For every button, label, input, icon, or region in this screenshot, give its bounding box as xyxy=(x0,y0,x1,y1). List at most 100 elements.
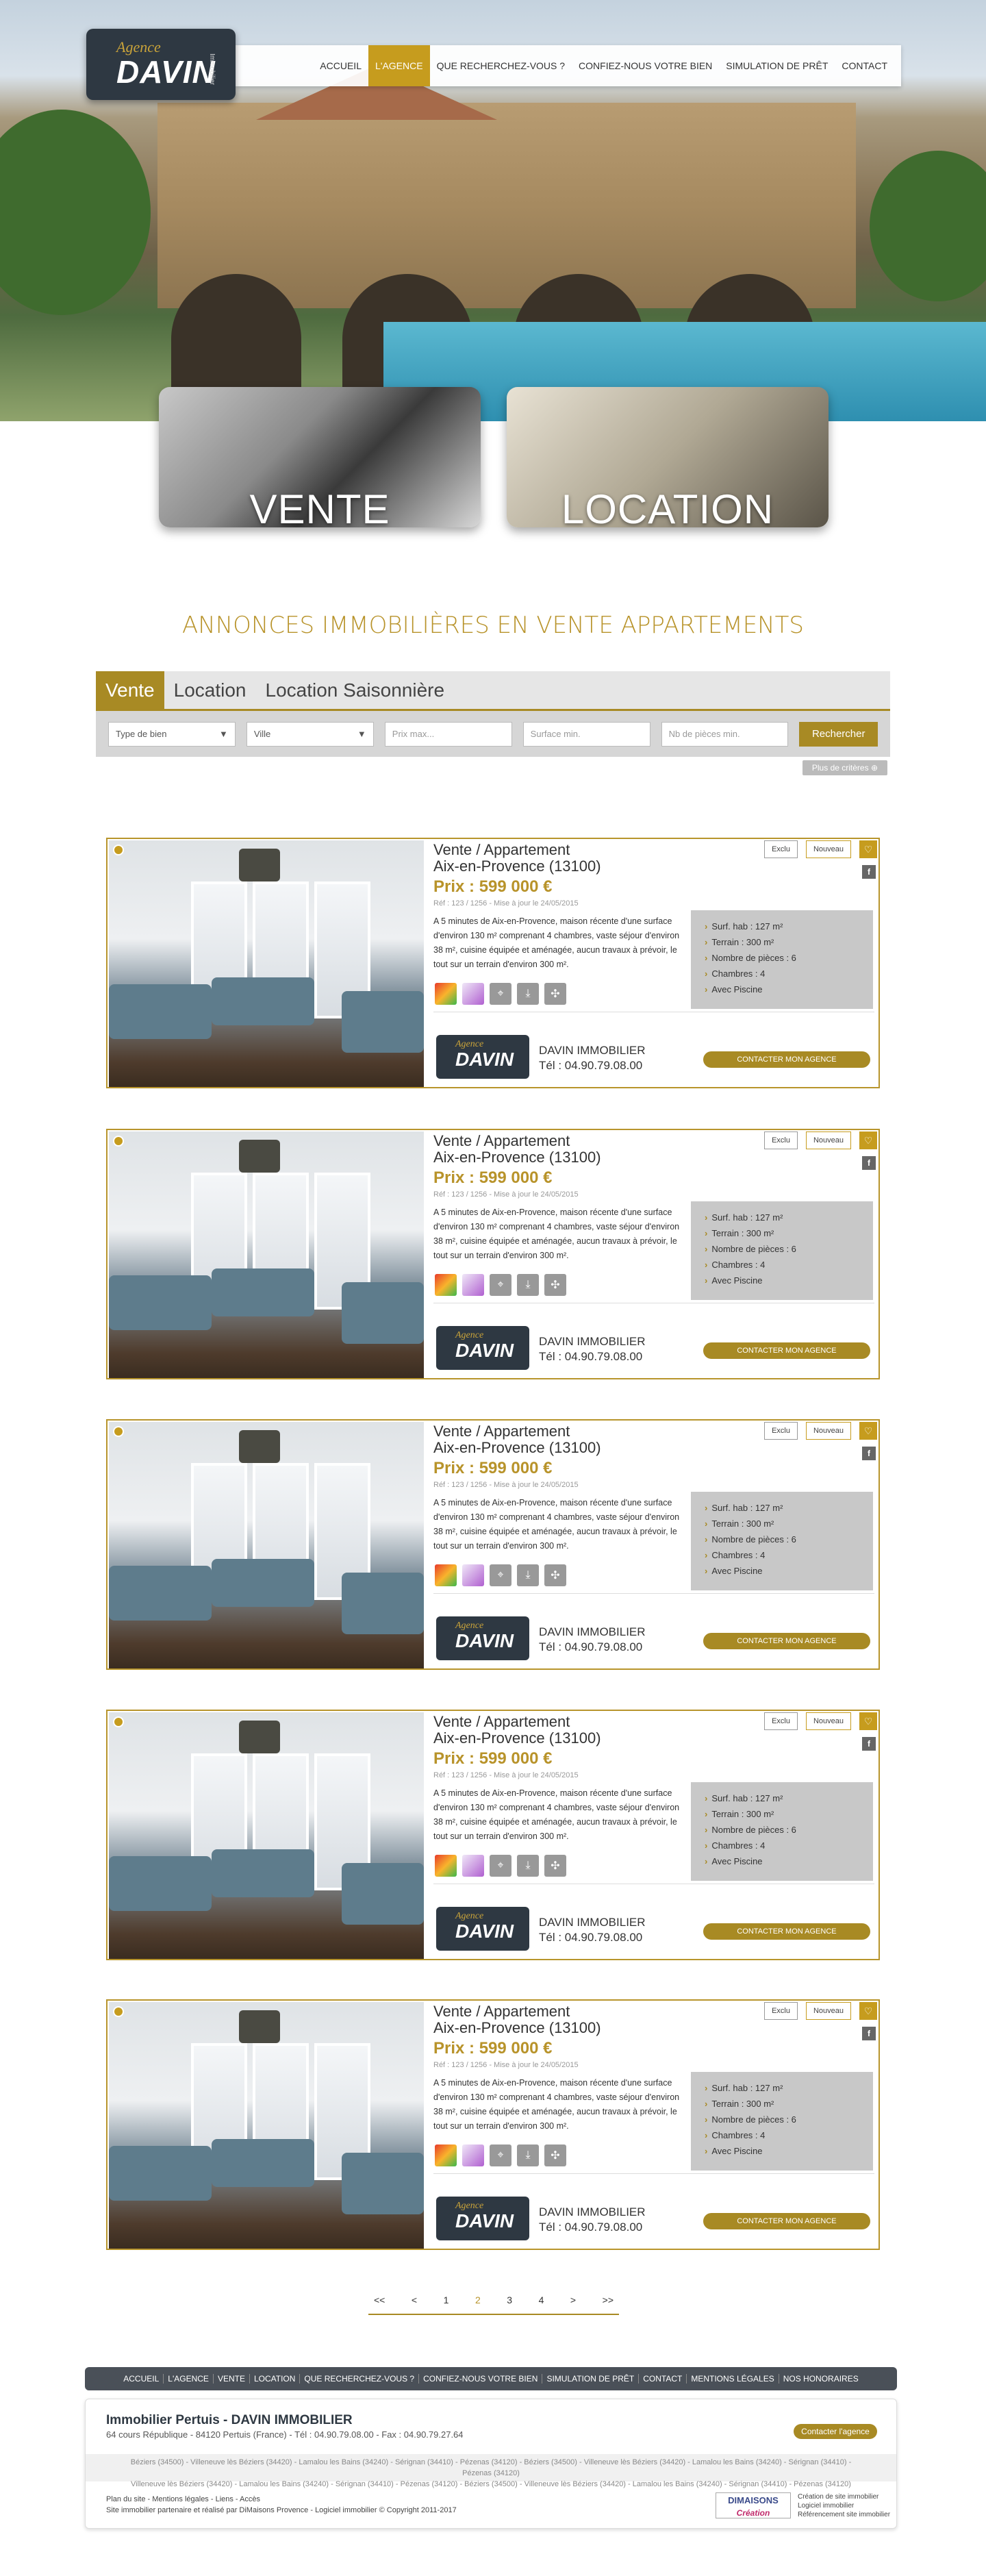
heart-icon[interactable]: ♡ xyxy=(859,1131,877,1149)
footer-nav-accueil[interactable]: ACCUEIL xyxy=(119,2374,163,2384)
dpe-icon[interactable] xyxy=(435,1855,457,1877)
pieces-min-input[interactable]: Nb de pièces min. xyxy=(661,721,789,747)
heart-icon[interactable]: ♡ xyxy=(859,840,877,858)
listing-photo[interactable] xyxy=(109,840,424,1087)
listing-card[interactable]: Vente / Appartement Aix-en-Provence (1310… xyxy=(106,838,880,1088)
type-bien-select[interactable]: Type de bien ▼ xyxy=(108,721,236,747)
facebook-icon[interactable]: f xyxy=(862,1737,876,1751)
contact-agency-button[interactable]: CONTACTER MON AGENCE xyxy=(703,2213,870,2229)
more-criteria-button[interactable]: Plus de critères ⊕ xyxy=(802,760,887,775)
nav-confiez[interactable]: CONFIEZ-NOUS VOTRE BIEN xyxy=(572,45,719,86)
download-icon[interactable]: ⤓ xyxy=(517,1274,539,1296)
page-3[interactable]: 3 xyxy=(507,2294,512,2305)
listing-title[interactable]: Vente / Appartement Aix-en-Provence (1310… xyxy=(433,1133,601,1166)
facebook-icon[interactable]: f xyxy=(862,1156,876,1170)
listing-photo[interactable] xyxy=(109,1422,424,1668)
ville-select[interactable]: Ville ▼ xyxy=(246,721,374,747)
map-pin-icon[interactable]: ⌖ xyxy=(490,1564,511,1586)
ges-icon[interactable] xyxy=(462,2144,484,2166)
tab-vente[interactable]: Vente xyxy=(96,671,164,709)
listing-title[interactable]: Vente / Appartement Aix-en-Provence (1310… xyxy=(433,842,601,875)
expand-icon[interactable]: ✣ xyxy=(544,2144,566,2166)
map-pin-icon[interactable]: ⌖ xyxy=(490,2144,511,2166)
page-4[interactable]: 4 xyxy=(539,2294,544,2305)
expand-icon[interactable]: ✣ xyxy=(544,983,566,1005)
nav-recherche[interactable]: QUE RECHERCHEZ-VOUS ? xyxy=(430,45,572,86)
facebook-icon[interactable]: f xyxy=(862,865,876,879)
heart-icon[interactable]: ♡ xyxy=(859,1422,877,1440)
page-2[interactable]: 2 xyxy=(475,2294,481,2305)
dpe-icon[interactable] xyxy=(435,1564,457,1586)
listing-card[interactable]: Vente / Appartement Aix-en-Provence (1310… xyxy=(106,1419,880,1670)
footer-contact-button[interactable]: Contacter l'agence xyxy=(794,2424,877,2439)
listing-card[interactable]: Vente / Appartement Aix-en-Provence (1310… xyxy=(106,1710,880,1960)
page-first[interactable]: << xyxy=(374,2294,385,2305)
prix-max-input[interactable]: Prix max... xyxy=(384,721,512,747)
tab-location-saisonniere[interactable]: Location Saisonnière xyxy=(256,671,455,709)
dimaisons-logo[interactable]: DIMAISONS Création xyxy=(716,2492,791,2518)
footer-nav-location[interactable]: LOCATION xyxy=(249,2374,299,2384)
dimaisons-text-3: Référencement site immobilier xyxy=(798,2511,891,2518)
feature-piscine: Avec Piscine xyxy=(705,1853,859,1869)
contact-agency-button[interactable]: CONTACTER MON AGENCE xyxy=(703,1051,870,1068)
nav-agence[interactable]: L'AGENCE xyxy=(368,45,430,86)
contact-agency-button[interactable]: CONTACTER MON AGENCE xyxy=(703,1633,870,1649)
map-pin-icon[interactable]: ⌖ xyxy=(490,1274,511,1296)
listing-title[interactable]: Vente / Appartement Aix-en-Provence (1310… xyxy=(433,1423,601,1456)
page-1[interactable]: 1 xyxy=(444,2294,449,2305)
ges-icon[interactable] xyxy=(462,1274,484,1296)
ges-icon[interactable] xyxy=(462,1564,484,1586)
listing-card[interactable]: Vente / Appartement Aix-en-Provence (1310… xyxy=(106,1999,880,2250)
listing-card[interactable]: Vente / Appartement Aix-en-Provence (1310… xyxy=(106,1129,880,1379)
map-pin-icon[interactable]: ⌖ xyxy=(490,1855,511,1877)
search-button[interactable]: Rechercher xyxy=(799,721,878,747)
nav-accueil[interactable]: ACCUEIL xyxy=(313,45,368,86)
footer-nav-recherche[interactable]: QUE RECHERCHEZ-VOUS ? xyxy=(299,2374,418,2384)
photo-badge-icon xyxy=(113,2006,124,2017)
footer-nav-agence[interactable]: L'AGENCE xyxy=(163,2374,213,2384)
nav-simulation[interactable]: SIMULATION DE PRÊT xyxy=(719,45,835,86)
card-location[interactable]: LOCATION xyxy=(507,387,829,527)
download-icon[interactable]: ⤓ xyxy=(517,1855,539,1877)
footer-nav-mentions[interactable]: MENTIONS LÉGALES xyxy=(686,2374,778,2384)
expand-icon[interactable]: ✣ xyxy=(544,1274,566,1296)
expand-icon[interactable]: ✣ xyxy=(544,1564,566,1586)
heart-icon[interactable]: ♡ xyxy=(859,1712,877,1730)
card-vente[interactable]: VENTE xyxy=(159,387,481,527)
dpe-icon[interactable] xyxy=(435,1274,457,1296)
nav-contact[interactable]: CONTACT xyxy=(835,45,894,86)
download-icon[interactable]: ⤓ xyxy=(517,1564,539,1586)
footer-nav-contact[interactable]: CONTACT xyxy=(638,2374,686,2384)
listing-photo[interactable] xyxy=(109,1131,424,1378)
site-logo[interactable]: Agence DAVIN Immobilier xyxy=(86,29,236,100)
page-prev[interactable]: < xyxy=(412,2294,417,2305)
dpe-icon[interactable] xyxy=(435,983,457,1005)
surface-min-input[interactable]: Surface min. xyxy=(522,721,650,747)
footer-nav-honoraires[interactable]: NOS HONORAIRES xyxy=(778,2374,863,2384)
facebook-icon[interactable]: f xyxy=(862,1447,876,1460)
facebook-icon[interactable]: f xyxy=(862,2027,876,2040)
contact-agency-button[interactable]: CONTACTER MON AGENCE xyxy=(703,1342,870,1359)
contact-agency-button[interactable]: CONTACTER MON AGENCE xyxy=(703,1923,870,1940)
listing-title[interactable]: Vente / Appartement Aix-en-Provence (1310… xyxy=(433,2003,601,2036)
listing-title[interactable]: Vente / Appartement Aix-en-Provence (1310… xyxy=(433,1714,601,1747)
listing-features: Surf. hab : 127 m² Terrain : 300 m² Nomb… xyxy=(691,1782,873,1881)
expand-icon[interactable]: ✣ xyxy=(544,1855,566,1877)
page-next[interactable]: > xyxy=(570,2294,576,2305)
download-icon[interactable]: ⤓ xyxy=(517,983,539,1005)
footer-cities: Béziers (34500) - Villeneuve lès Béziers… xyxy=(86,2454,896,2488)
footer-links-line1[interactable]: Plan du site - Mentions légales - Liens … xyxy=(106,2494,457,2505)
download-icon[interactable]: ⤓ xyxy=(517,2144,539,2166)
listing-photo[interactable] xyxy=(109,1712,424,1959)
map-pin-icon[interactable]: ⌖ xyxy=(490,983,511,1005)
footer-nav-vente[interactable]: VENTE xyxy=(212,2374,249,2384)
page-last[interactable]: >> xyxy=(603,2294,614,2305)
tab-location[interactable]: Location xyxy=(164,671,256,709)
listing-photo[interactable] xyxy=(109,2002,424,2249)
heart-icon[interactable]: ♡ xyxy=(859,2002,877,2020)
footer-nav-confiez[interactable]: CONFIEZ-NOUS VOTRE BIEN xyxy=(418,2374,542,2384)
footer-nav-simulation[interactable]: SIMULATION DE PRÊT xyxy=(542,2374,638,2384)
ges-icon[interactable] xyxy=(462,983,484,1005)
ges-icon[interactable] xyxy=(462,1855,484,1877)
dpe-icon[interactable] xyxy=(435,2144,457,2166)
